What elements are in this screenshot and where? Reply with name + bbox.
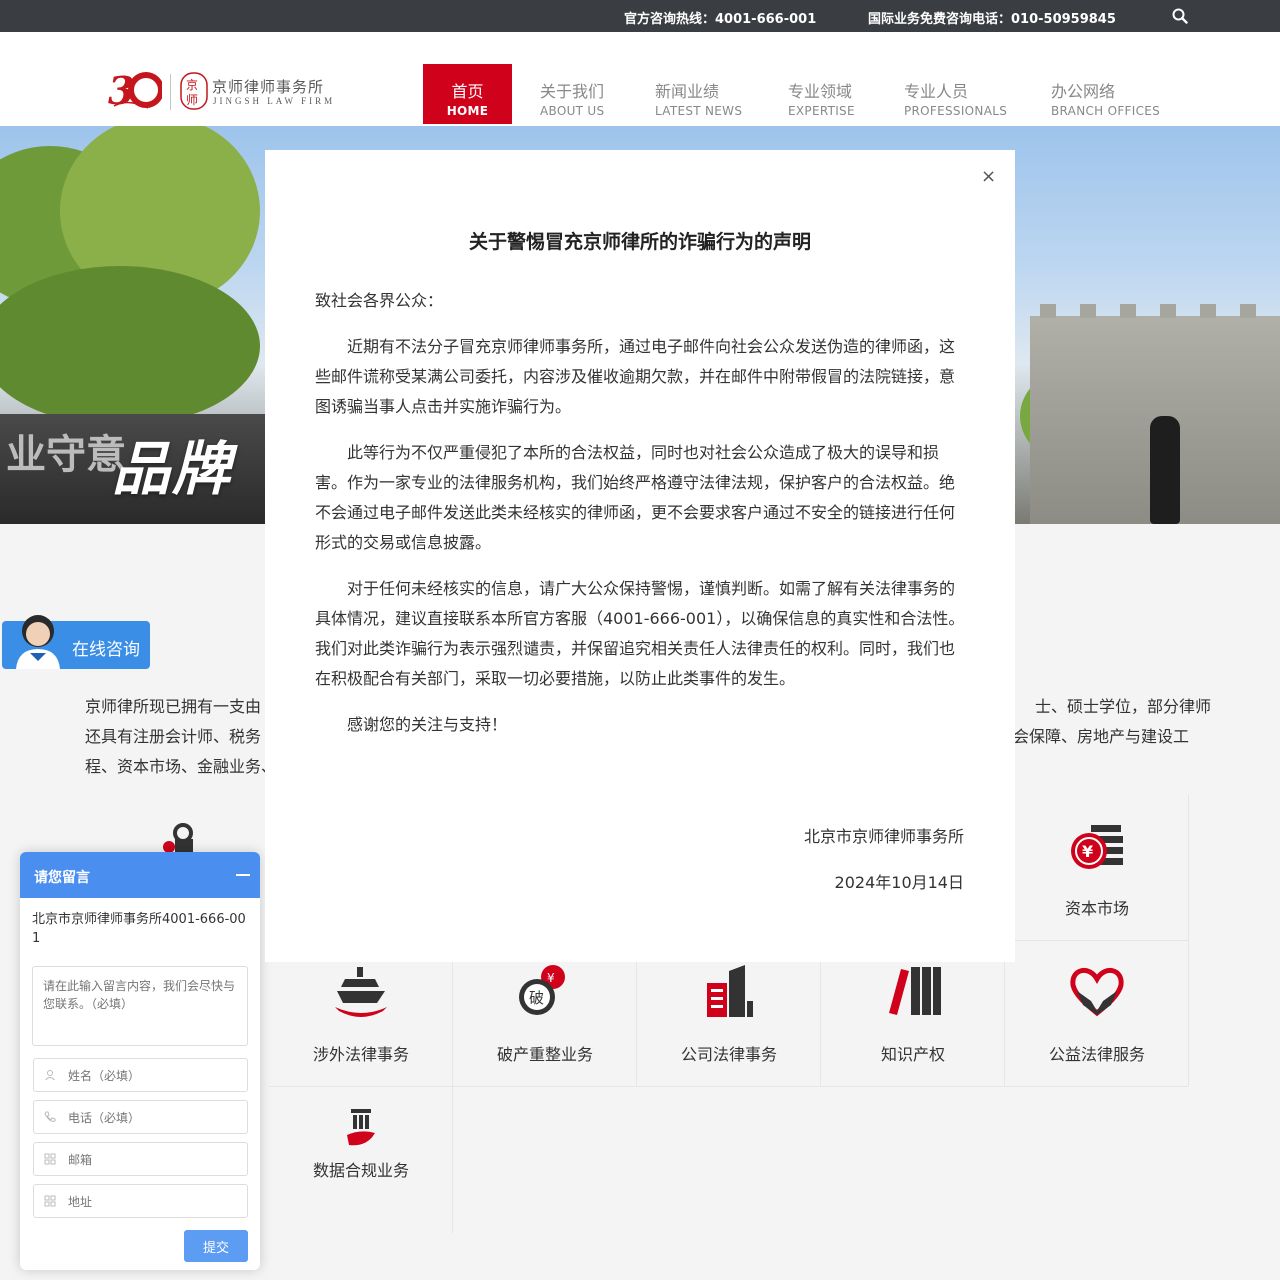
- nav-label-en: ABOUT US: [540, 104, 605, 118]
- intl-hotline-text: 国际业务免费咨询电话：010-50959845: [868, 12, 1116, 27]
- announcement-modal: × 关于警惕冒充京师律所的诈骗行为的声明 致社会各界公众： 近期有不法分子冒充京…: [265, 150, 1015, 962]
- svg-text:¥: ¥: [1082, 842, 1093, 861]
- modal-salutation: 致社会各界公众：: [315, 291, 444, 310]
- practice-label: 数据合规业务: [312, 1161, 409, 1180]
- nav-label-cn: 办公网络: [1051, 82, 1116, 101]
- user-icon: [45, 1070, 55, 1081]
- modal-title: 关于警惕冒充京师律所的诈骗行为的声明: [468, 231, 811, 253]
- close-icon[interactable]: ×: [981, 166, 996, 187]
- logo-name-en: JINGSH LAW FIRM: [213, 96, 336, 106]
- phone-input[interactable]: [68, 1108, 238, 1128]
- practice-data-compliance[interactable]: 数据合规业务: [269, 1087, 453, 1233]
- nav-home[interactable]: 首页 HOME: [423, 64, 512, 124]
- minimize-icon[interactable]: [236, 874, 250, 876]
- address-input[interactable]: [68, 1192, 238, 1212]
- nav-label-cn: 专业领域: [788, 82, 853, 101]
- nav-label-en: HOME: [446, 104, 489, 118]
- nav-news[interactable]: 新闻业绩 LATEST NEWS: [655, 64, 742, 124]
- hero-sign-text: 业守意: [6, 432, 126, 478]
- anniversary-logo-icon[interactable]: 3: [108, 68, 162, 110]
- practice-foreign-affairs[interactable]: 涉外法律事务: [269, 941, 453, 1087]
- seal-char-1: 京: [186, 78, 198, 92]
- site-header: 3 京 师 京师律师事务所 JINGSH LAW FIRM 首页 HOME 关于…: [0, 32, 1280, 126]
- nav-professionals[interactable]: 专业人员 PROFESSIONALS: [904, 64, 1007, 124]
- phone-icon: [44, 1111, 56, 1122]
- online-consult-label: 在线咨询: [72, 640, 140, 660]
- email-input[interactable]: [68, 1150, 238, 1170]
- practice-label: 知识产权: [880, 1045, 945, 1064]
- bankruptcy-coin-icon: ¥ 破: [519, 965, 565, 1015]
- name-field[interactable]: [33, 1058, 248, 1092]
- grid-icon: [44, 1195, 56, 1207]
- modal-body: 致社会各界公众： 近期有不法分子冒充京师律师事务所，通过电子邮件向社会公众发送伪…: [315, 286, 965, 756]
- address-field[interactable]: [33, 1184, 248, 1218]
- books-icon: [889, 967, 941, 1015]
- practice-capital-markets[interactable]: ¥ 资本市场: [1005, 795, 1189, 941]
- nav-label-cn: 专业人员: [904, 82, 969, 101]
- hero-slogan: 品牌: [112, 435, 233, 503]
- practice-label: 破产重整业务: [496, 1045, 593, 1064]
- modal-date: 2024年10月14日: [834, 873, 964, 892]
- support-agent-avatar: [16, 615, 60, 669]
- nav-label-cn: 新闻业绩: [655, 82, 720, 101]
- practice-public-welfare[interactable]: 公益法律服务: [1005, 941, 1189, 1087]
- nav-label-cn: 首页: [451, 82, 484, 101]
- phone-field[interactable]: [33, 1100, 248, 1134]
- email-field[interactable]: [33, 1142, 248, 1176]
- nav-branch-offices[interactable]: 办公网络 BRANCH OFFICES: [1051, 64, 1160, 124]
- submit-button[interactable]: 提交: [184, 1230, 248, 1262]
- nav-expertise[interactable]: 专业领域 EXPERTISE: [788, 64, 855, 124]
- practice-label: 资本市场: [1064, 899, 1129, 918]
- modal-paragraph: 对于任何未经核实的信息，请广大公众保持警惕，谨慎判断。如需了解有关法律事务的具体…: [315, 579, 965, 688]
- message-content-input[interactable]: [32, 966, 248, 1046]
- nav-label-cn: 关于我们: [540, 82, 605, 101]
- nav-label-en: EXPERTISE: [788, 104, 855, 118]
- modal-signature: 北京市京师律师事务所: [803, 827, 964, 846]
- tree-foliage: [0, 266, 260, 426]
- leave-message-widget: 请您留言 北京市京师律师事务所4001-666-001 提交: [20, 852, 260, 1270]
- nav-label-en: PROFESSIONALS: [904, 104, 1008, 118]
- practice-label: 公益法律服务: [1048, 1045, 1145, 1064]
- widget-header: 请您留言: [20, 852, 260, 898]
- name-input[interactable]: [68, 1066, 238, 1086]
- pillar-icon: [347, 1109, 375, 1146]
- top-bar: 官方咨询热线：4001-666-001 国际业务免费咨询电话：010-50959…: [0, 0, 1280, 32]
- nav-about[interactable]: 关于我们 ABOUT US: [540, 64, 604, 124]
- practice-label: 涉外法律事务: [312, 1045, 409, 1064]
- grid-icon: [44, 1153, 56, 1165]
- nav-label-en: BRANCH OFFICES: [1051, 104, 1161, 118]
- seal-char-2: 师: [186, 93, 198, 107]
- practice-ip[interactable]: 知识产权: [821, 941, 1005, 1087]
- practice-bankruptcy[interactable]: ¥ 破 破产重整业务: [453, 941, 637, 1087]
- modal-paragraph: 感谢您的关注与支持！: [347, 715, 508, 734]
- search-icon[interactable]: [1172, 8, 1188, 24]
- heart-hands-icon: [1070, 968, 1124, 1017]
- practice-corporate[interactable]: 公司法律事务: [637, 941, 821, 1087]
- modal-paragraph: 近期有不法分子冒充京师律师事务所，通过电子邮件向社会公众发送伪造的律师函，这些邮…: [315, 337, 956, 416]
- person-figure: [1150, 416, 1180, 524]
- coin-char: 破: [529, 989, 544, 1007]
- ship-icon: [335, 967, 387, 1017]
- logo-name-cn: 京师律师事务所: [212, 78, 325, 96]
- seal-logo-icon: 京 师: [180, 72, 208, 110]
- modal-paragraph: 此等行为不仅严重侵犯了本所的合法权益，同时也对社会公众造成了极大的误导和损害。作…: [315, 443, 956, 552]
- hotline-text: 官方咨询热线：4001-666-001: [624, 12, 817, 27]
- svg-text:¥: ¥: [547, 971, 555, 985]
- building-icon: [707, 965, 753, 1017]
- online-consult-button[interactable]: 在线咨询: [2, 615, 150, 669]
- widget-title: 请您留言: [34, 870, 90, 886]
- nav-label-en: LATEST NEWS: [655, 104, 743, 118]
- logo-divider: [170, 74, 171, 110]
- yen-coin-icon: ¥: [1071, 825, 1123, 869]
- widget-company-info: 北京市京师律师事务所4001-666-001: [32, 912, 246, 946]
- practice-label: 公司法律事务: [680, 1045, 777, 1064]
